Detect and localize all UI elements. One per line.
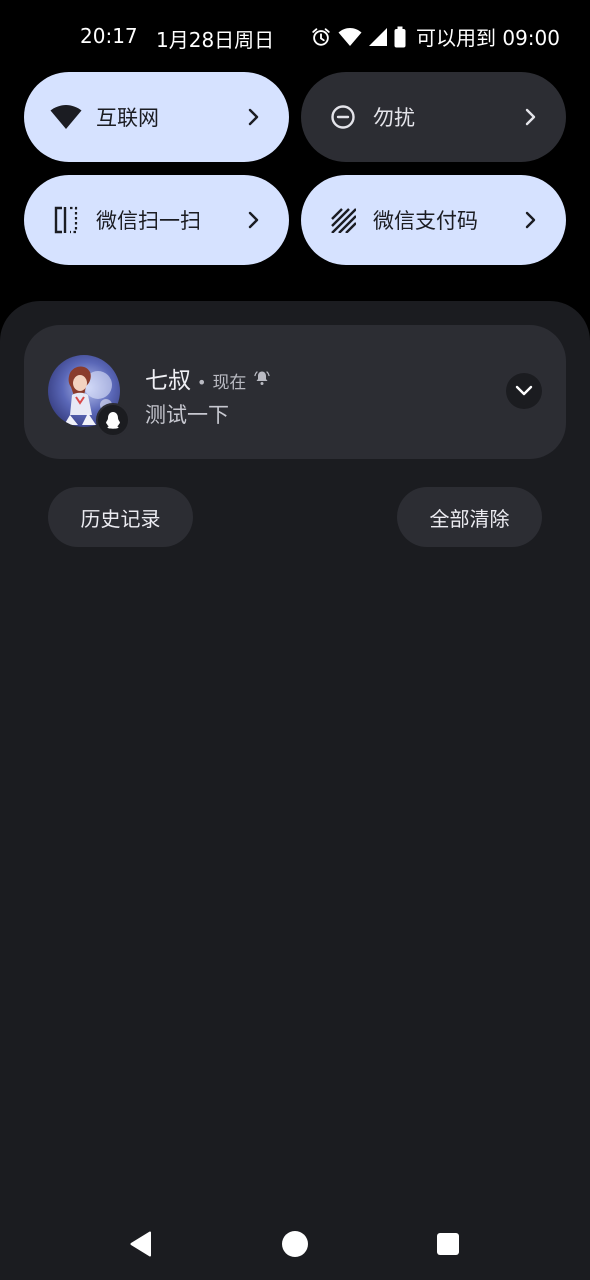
tile-wechat-pay-label: 微信支付码 [373, 209, 478, 233]
tile-do-not-disturb[interactable]: 勿扰 [301, 72, 566, 162]
notification-card[interactable]: 七叔 • 现在 测试一下 [24, 325, 566, 459]
notification-shade: 七叔 • 现在 测试一下 历史记录 全部清除 [0, 301, 590, 1280]
alarm-icon [310, 26, 332, 48]
wifi-icon [50, 101, 82, 133]
battery-icon [394, 26, 406, 48]
notification-separator: • [197, 373, 207, 392]
alarm-until-text: 可以用到 09:00 [416, 26, 560, 50]
navigation-bar [0, 1200, 590, 1280]
home-icon[interactable] [282, 1231, 308, 1257]
screen: 20:17 1月28日周日 可以用到 09:00 互联网 勿扰 微信扫一扫 微信… [0, 0, 590, 1280]
wifi-icon [338, 27, 362, 47]
tile-do-not-disturb-label: 勿扰 [373, 106, 415, 130]
scan-icon [50, 204, 82, 236]
bell-icon [254, 370, 271, 386]
notification-sender: 七叔 [145, 368, 191, 394]
tile-internet[interactable]: 互联网 [24, 72, 289, 162]
back-icon[interactable] [128, 1230, 154, 1258]
chevron-right-icon [520, 106, 542, 128]
recents-icon[interactable] [437, 1233, 459, 1255]
payment-code-icon [327, 204, 359, 236]
history-button[interactable]: 历史记录 [48, 487, 193, 547]
tile-wechat-scan[interactable]: 微信扫一扫 [24, 175, 289, 265]
status-bar: 20:17 1月28日周日 可以用到 09:00 [0, 0, 590, 72]
notification-message: 测试一下 [145, 403, 229, 427]
do-not-disturb-icon [327, 101, 359, 133]
chevron-down-icon [515, 382, 533, 401]
chevron-right-icon [243, 106, 265, 128]
tile-wechat-pay[interactable]: 微信支付码 [301, 175, 566, 265]
status-time: 20:17 [80, 24, 138, 48]
notification-time: 现在 [212, 373, 247, 393]
clear-all-button[interactable]: 全部清除 [397, 487, 542, 547]
status-icons: 可以用到 09:00 [310, 22, 560, 51]
chevron-right-icon [520, 209, 542, 231]
chevron-right-icon [243, 209, 265, 231]
expand-notification-button[interactable] [506, 373, 542, 409]
tile-wechat-scan-label: 微信扫一扫 [96, 209, 201, 233]
status-date: 1月28日周日 [156, 28, 275, 52]
tile-internet-label: 互联网 [96, 106, 159, 130]
qq-icon [96, 403, 130, 437]
signal-icon [368, 27, 388, 47]
notification-header: 七叔 • 现在 [145, 361, 271, 395]
